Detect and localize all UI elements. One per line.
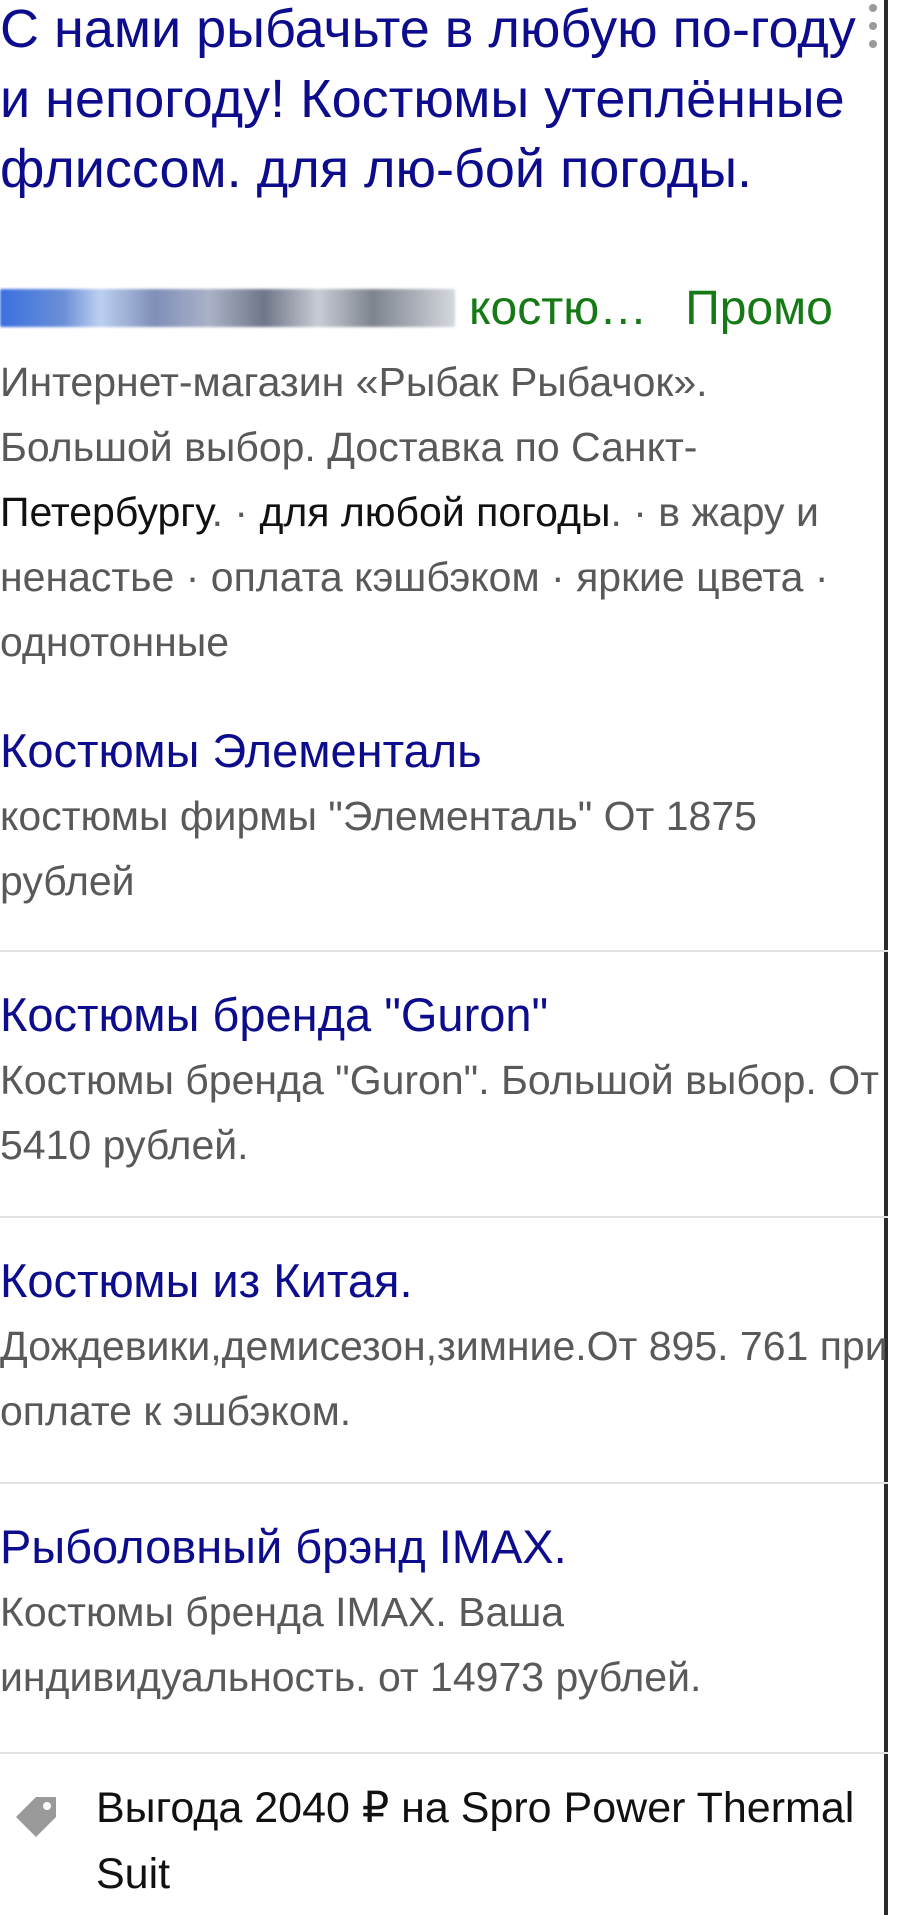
ad-description: Интернет-магазин «Рыбак Рыбачок». Большо… <box>0 350 885 675</box>
description-text: . · <box>211 489 260 535</box>
sitelink-description: Дождевики,демисезон,зимние.От 895. 761 п… <box>0 1323 888 1434</box>
menu-dot <box>869 22 877 30</box>
sitelink-title[interactable]: Рыболовный брэнд IMAX. <box>0 1514 888 1580</box>
ad-display-url[interactable]: костю… <box>469 281 647 336</box>
sitelink-item[interactable]: Костюмы Элементаль костюмы фирмы "Элемен… <box>0 718 888 952</box>
offer-text[interactable]: Выгода 2040 ₽ на Spro Power Thermal Suit <box>96 1775 856 1907</box>
sitelink-title[interactable]: Костюмы из Китая. <box>0 1248 888 1314</box>
sitelink-item[interactable]: Рыболовный брэнд IMAX. Костюмы бренда IM… <box>0 1484 888 1754</box>
description-highlight: Петербургу <box>0 489 212 535</box>
sitelink-title[interactable]: Костюмы Элементаль <box>0 718 888 784</box>
sitelinks-list: Костюмы Элементаль костюмы фирмы "Элемен… <box>0 718 888 1754</box>
tag-icon <box>16 1797 56 1837</box>
sitelink-item[interactable]: Костюмы бренда "Guron" Костюмы бренда "G… <box>0 952 888 1218</box>
description-highlight: для любой погоды <box>259 489 611 535</box>
sitelink-item[interactable]: Костюмы из Китая. Дождевики,демисезон,зи… <box>0 1218 888 1484</box>
blurred-domain <box>0 289 455 327</box>
menu-dot <box>869 4 877 12</box>
promo-badge: Промо <box>685 281 833 335</box>
more-options-icon[interactable] <box>868 4 878 48</box>
ad-title-link[interactable]: С нами рыбачьте в любую по-году и непого… <box>0 0 865 204</box>
ad-url-row: костю… Промо <box>0 278 880 338</box>
offer-row[interactable]: Выгода 2040 ₽ на Spro Power Thermal Suit <box>0 1775 885 1915</box>
sitelink-description: Костюмы бренда IMAX. Ваша индивидуальнос… <box>0 1589 702 1700</box>
sitelink-title[interactable]: Костюмы бренда "Guron" <box>0 982 888 1048</box>
ad-card: С нами рыбачьте в любую по-году и непого… <box>0 0 888 1915</box>
sitelink-description: костюмы фирмы "Элементаль" От 1875 рубле… <box>0 793 757 904</box>
description-text: Интернет-магазин «Рыбак Рыбачок». Большо… <box>0 359 708 470</box>
menu-dot <box>869 40 877 48</box>
sitelink-description: Костюмы бренда "Guron". Большой выбор. О… <box>0 1057 879 1168</box>
